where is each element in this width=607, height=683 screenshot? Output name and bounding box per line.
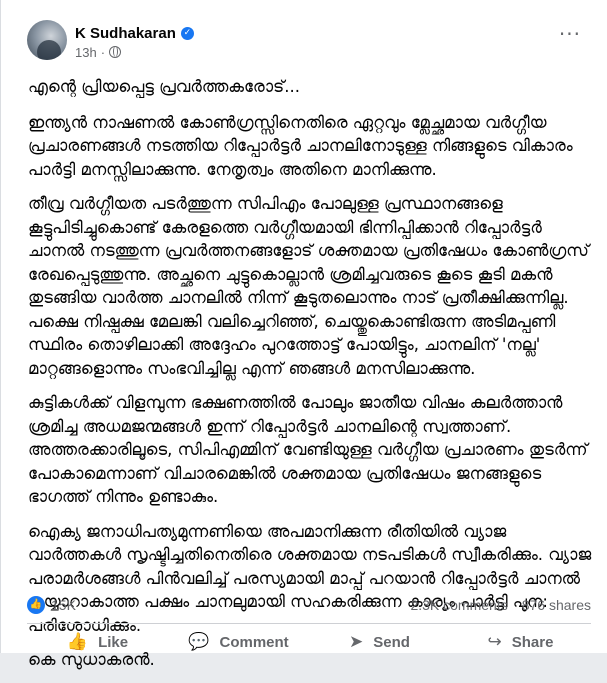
share-arrow-icon: ↪ [487, 632, 502, 652]
post-header: K Sudhakaran ✓ 13h · ··· [27, 20, 591, 64]
comment-bubble-icon: 💬 [188, 632, 210, 652]
post-paragraph: ഐക്യ ജനാധിപത്യമുന്നണിയെ അപമാനിക്കുന്ന രീ… [28, 521, 592, 635]
reaction-count[interactable]: 15K [51, 597, 76, 613]
share-button-label: Share [511, 633, 554, 651]
like-button[interactable]: 👍 Like [27, 632, 168, 652]
post-paragraph: ഇന്ത്യൻ നാഷണൽ കോൺഗ്രസ്സിനെതിരെ ഏറ്റവും മ… [28, 112, 573, 179]
share-count[interactable]: 876 shares [522, 597, 591, 613]
verified-badge-icon: ✓ [180, 26, 194, 40]
more-options-icon[interactable]: ··· [559, 24, 581, 44]
send-icon: ➤ [349, 632, 364, 652]
like-reaction-icon: 👍 [27, 596, 45, 614]
facebook-post-card: K Sudhakaran ✓ 13h · ··· എന്റെ പ്രിയപ്പെ… [0, 0, 607, 669]
actions-divider [27, 623, 591, 624]
post-meta: 13h · [75, 44, 122, 60]
send-button[interactable]: ➤ Send [309, 632, 450, 652]
stats-right: 2.3K comments 876 shares [410, 597, 591, 613]
post-timestamp[interactable]: 13h [75, 45, 97, 60]
author-name-row: K Sudhakaran ✓ [75, 24, 194, 42]
send-button-label: Send [373, 633, 410, 651]
comment-count[interactable]: 2.3K comments [410, 597, 507, 613]
thumbs-up-icon: 👍 [66, 632, 89, 652]
engagement-stats: 👍 15K 2.3K comments 876 shares [27, 594, 591, 616]
comment-button-label: Comment [219, 633, 289, 651]
post-paragraph: കുട്ടികൾക്ക് വിളമ്പുന്ന ഭക്ഷണത്തിൽ പോലും… [28, 393, 588, 506]
globe-icon [109, 46, 122, 58]
post-body: എന്റെ പ്രിയപ്പെട്ട പ്രവർത്തകരോട്... ഇന്ത… [28, 75, 596, 683]
post-paragraph: എന്റെ പ്രിയപ്പെട്ട പ്രവർത്തകരോട്... [28, 77, 300, 96]
post-action-bar: 👍 Like 💬 Comment ➤ Send ↪ Share [27, 628, 591, 656]
post-paragraph: തീവ്ര വർഗ്ഗീയത പടർത്തുന്ന സിപിഎം പോലുള്ള… [28, 194, 589, 378]
like-button-label: Like [98, 633, 129, 651]
share-button[interactable]: ↪ Share [450, 632, 591, 652]
author-avatar[interactable] [27, 20, 67, 60]
meta-separator: · [100, 44, 106, 60]
comment-button[interactable]: 💬 Comment [168, 632, 309, 652]
author-name[interactable]: K Sudhakaran [75, 25, 176, 42]
